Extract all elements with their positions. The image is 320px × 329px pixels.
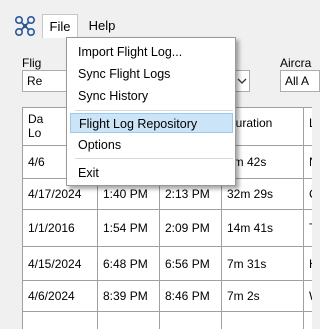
menu-item-label: Flight Log Repository	[79, 117, 198, 131]
drone-app-icon[interactable]	[14, 15, 36, 37]
table-cell[interactable]: 6:56 PM	[160, 247, 222, 281]
menu-item-flight-log-repository[interactable]: Flight Log Repository	[70, 113, 233, 133]
menu-item-sync-history[interactable]: Sync History	[77, 86, 227, 106]
menu-file[interactable]: File	[42, 14, 78, 38]
menu-item-label: Sync Flight Logs	[78, 67, 171, 81]
aircraft-filter-label: Aircra	[280, 56, 312, 70]
combo-dropdown-button[interactable]	[234, 70, 250, 92]
table-cell[interactable]: H	[304, 247, 312, 281]
table-cell[interactable]: N	[304, 146, 312, 179]
table-cell[interactable]: 7m 31s	[222, 247, 304, 281]
table-cell[interactable]: 4/15/2024	[23, 247, 98, 281]
menu-item-import-flight-log[interactable]: Import Flight Log...	[77, 42, 227, 62]
table-cell[interactable]	[160, 312, 222, 329]
table-cell[interactable]: 8:39 PM	[98, 281, 160, 312]
menu-item-exit[interactable]: Exit	[77, 163, 227, 183]
flight-filter-combo[interactable]: Re	[22, 70, 68, 92]
menu-item-options[interactable]: Options	[77, 135, 227, 155]
table-cell[interactable]: C	[304, 179, 312, 210]
aircraft-filter-combo[interactable]: All A	[280, 70, 320, 92]
menu-item-label: Exit	[78, 166, 99, 180]
table-cell[interactable]: W	[304, 281, 312, 312]
menu-help[interactable]: Help	[80, 14, 124, 38]
table-cell[interactable]: 1/1/2016	[23, 210, 98, 247]
column-header-location-label: L	[309, 116, 312, 130]
table-cell[interactable]	[222, 312, 304, 329]
table-cell[interactable]: 2:09 PM	[160, 210, 222, 247]
menu-item-label: Options	[78, 138, 122, 152]
file-menu-dropdown: Import Flight Log... Sync Flight Logs Sy…	[66, 37, 236, 186]
chevron-down-icon	[237, 78, 247, 84]
menu-item-label: Import Flight Log...	[78, 45, 183, 59]
table-cell[interactable]: 1:54 PM	[98, 210, 160, 247]
table-cell[interactable]: 6:48 PM	[98, 247, 160, 281]
table-cell[interactable]: 14m 41s	[222, 210, 304, 247]
menu-item-sync-flight-logs[interactable]: Sync Flight Logs	[77, 64, 227, 84]
menu-separator	[75, 110, 233, 111]
table-cell[interactable]	[98, 312, 160, 329]
table-cell[interactable]: T	[304, 210, 312, 247]
table-cell[interactable]: 4/6/2024	[23, 281, 98, 312]
menu-bar: File Help	[0, 0, 311, 38]
menu-item-label: Sync History	[78, 89, 149, 103]
table-cell[interactable]: 7m 2s	[222, 281, 304, 312]
menu-separator	[75, 158, 233, 159]
table-cell[interactable]	[23, 312, 98, 329]
flight-filter-label: Flig	[22, 56, 42, 70]
table-cell[interactable]: 8:46 PM	[160, 281, 222, 312]
table-cell[interactable]	[304, 312, 312, 329]
column-header-location[interactable]: L	[304, 108, 312, 146]
